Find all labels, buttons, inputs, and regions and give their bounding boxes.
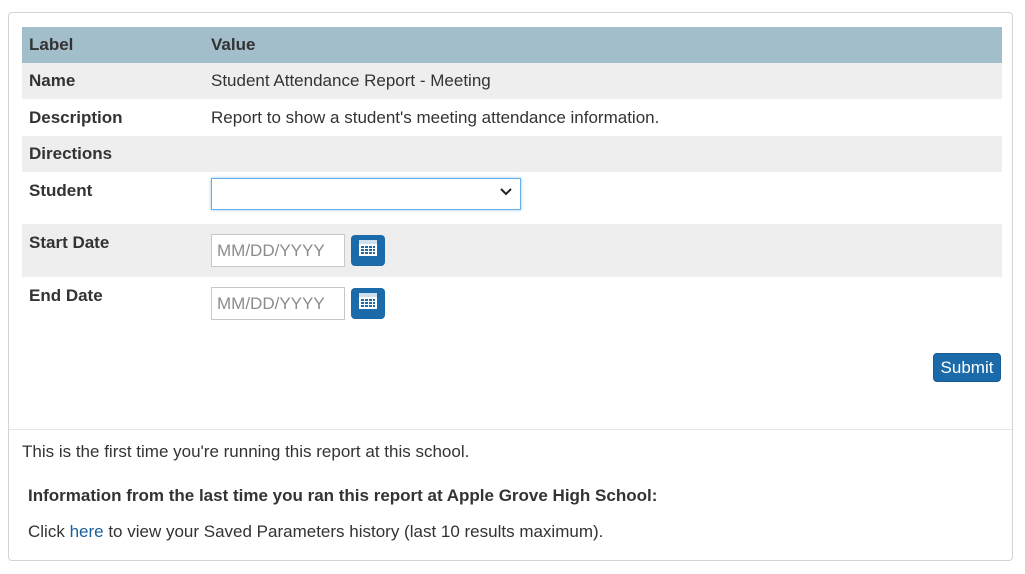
first-time-message: This is the first time you're running th… (22, 442, 470, 461)
end-date-calendar-button[interactable] (351, 288, 385, 319)
parameters-table: Label Value Name Student Attendance Repo… (22, 27, 1002, 330)
table-row: Start Date (22, 224, 1002, 277)
student-label: Student (29, 181, 93, 200)
report-parameters-panel: Label Value Name Student Attendance Repo… (8, 12, 1013, 561)
directions-value (204, 136, 1002, 172)
history-suffix: to view your Saved Parameters history (l… (103, 522, 604, 541)
last-run-info-heading: Information from the last time you ran t… (28, 486, 658, 505)
calendar-icon (358, 239, 378, 262)
start-date-input[interactable] (211, 234, 345, 267)
table-row: Student (22, 172, 1002, 224)
section-divider (9, 429, 1012, 430)
history-prefix: Click (28, 522, 70, 541)
header-label: Label (22, 27, 204, 63)
history-here-link[interactable]: here (70, 522, 104, 541)
name-label: Name (22, 63, 204, 99)
table-header-row: Label Value (22, 27, 1002, 63)
submit-button[interactable]: Submit (933, 353, 1001, 382)
description-label: Description (29, 107, 123, 127)
saved-parameters-history-text: Click here to view your Saved Parameters… (28, 522, 603, 542)
start-date-calendar-button[interactable] (351, 235, 385, 266)
table-row: Directions (22, 136, 1002, 172)
name-value: Student Attendance Report - Meeting (204, 63, 1002, 99)
start-date-label: Start Date (22, 224, 204, 277)
table-row: Description Report to show a student's m… (22, 99, 1002, 136)
table-row: Name Student Attendance Report - Meeting (22, 63, 1002, 99)
student-select[interactable] (211, 178, 521, 210)
end-date-input[interactable] (211, 287, 345, 320)
directions-label: Directions (22, 136, 204, 172)
calendar-icon (358, 292, 378, 315)
end-date-label: End Date (29, 286, 103, 305)
description-value: Report to show a student's meeting atten… (211, 107, 660, 127)
chevron-down-icon (500, 184, 512, 199)
header-value: Value (204, 27, 1002, 63)
table-row: End Date (22, 277, 1002, 330)
